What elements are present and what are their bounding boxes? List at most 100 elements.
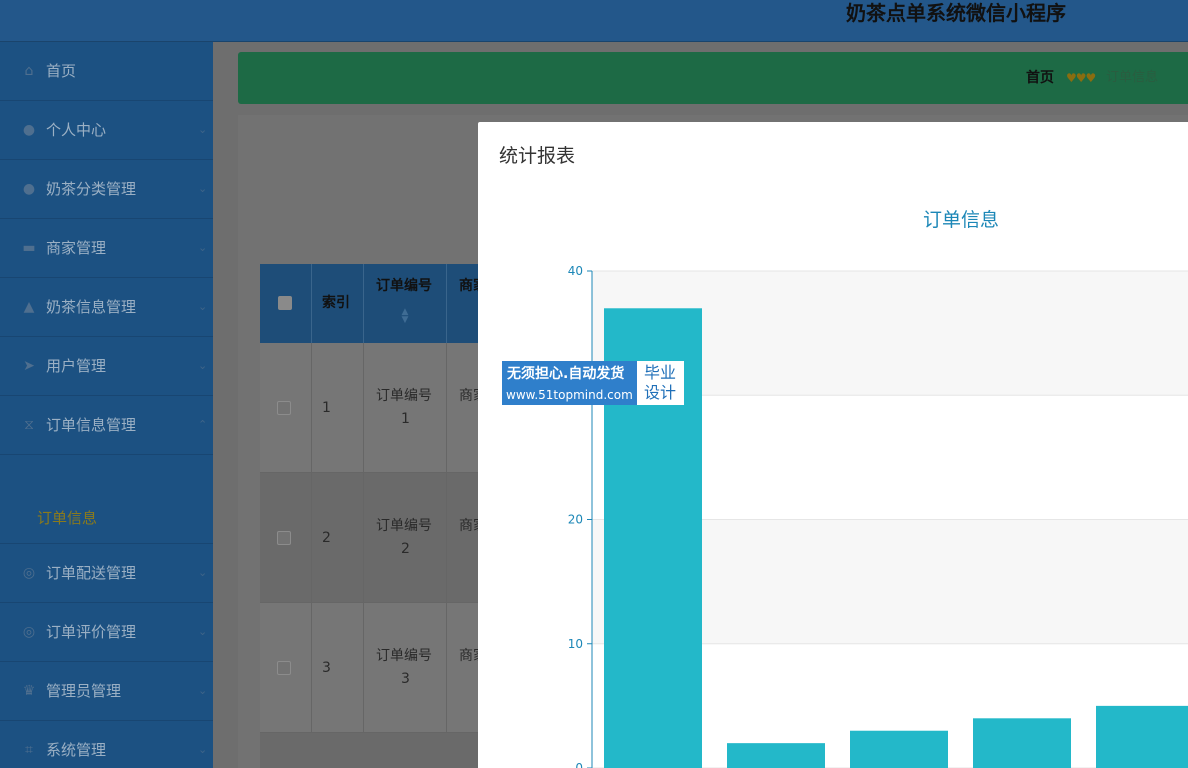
y-tick-label: 10 xyxy=(568,637,583,651)
watermark-main: 无须担心.自动发货 www.51topmind.com xyxy=(502,361,637,405)
sidebar-item-label: 奶茶分类管理 xyxy=(46,180,137,198)
header-index: 索引 xyxy=(312,264,364,343)
sidebar-item-label: 管理员管理 xyxy=(46,682,122,700)
row-order-no-line2: 2 xyxy=(401,541,410,557)
header-select-all xyxy=(260,264,312,343)
sidebar-item-order-review[interactable]: ◎ 订单评价管理 ⌄ xyxy=(0,603,213,662)
globe-icon: ◎ xyxy=(22,624,36,640)
sidebar-item-label: 奶茶信息管理 xyxy=(46,298,137,316)
home-icon: ⌂ xyxy=(24,63,34,79)
select-all-checkbox[interactable] xyxy=(278,296,292,310)
trophy-icon: ♛ xyxy=(22,683,36,699)
row-select-cell xyxy=(260,473,312,603)
bar xyxy=(1096,705,1188,768)
table-header: 索引 订单编号 ▲ ▼ 商家 xyxy=(260,264,490,343)
y-tick-label: 0 xyxy=(575,761,583,768)
sidebar-item-admin[interactable]: ♛ 管理员管理 ⌄ xyxy=(0,662,213,721)
breadcrumb-home-link[interactable]: 首页 xyxy=(1026,69,1054,87)
bar xyxy=(727,743,825,768)
row-index-cell: 3 xyxy=(312,603,364,733)
chevron-down-icon: ⌄ xyxy=(198,182,208,195)
row-checkbox[interactable] xyxy=(277,531,291,545)
app-title: 奶茶点单系统微信小程序 xyxy=(846,1,1066,25)
row-index-cell: 1 xyxy=(312,343,364,473)
row-select-cell xyxy=(260,343,312,473)
row-checkbox[interactable] xyxy=(277,401,291,415)
header-order-no[interactable]: 订单编号 ▲ ▼ xyxy=(364,264,447,343)
sidebar-item-tea-category[interactable]: ● 奶茶分类管理 ⌄ xyxy=(0,160,213,219)
heart-separator-icon: ♥♥♥ xyxy=(1066,71,1096,85)
sidebar-item-order-info[interactable]: ⧖ 订单信息管理 ⌃ xyxy=(0,396,213,455)
sidebar: ⌂ 首页 ● 个人中心 ⌄ ● 奶茶分类管理 ⌄ ▬ 商家管理 ⌄ ▲ 奶茶信息… xyxy=(0,42,213,768)
row-order-no-cell: 订单编号 2 xyxy=(364,473,447,603)
sidebar-item-label: 用户管理 xyxy=(46,357,107,375)
compass-icon: ◎ xyxy=(22,565,36,581)
table-row: 2 订单编号 2 商家 xyxy=(260,473,490,603)
sidebar-item-label: 首页 xyxy=(46,62,77,80)
sidebar-item-system[interactable]: ⌗ 系统管理 ⌄ xyxy=(0,721,213,768)
statistics-modal: 统计报表 订单信息 0 10 20 40 xyxy=(478,122,1188,768)
watermark-line2: www.51topmind.com xyxy=(506,388,633,402)
sidebar-item-label: 订单配送管理 xyxy=(46,564,137,582)
row-order-no-line1: 订单编号 xyxy=(376,648,432,664)
sidebar-item-order-delivery[interactable]: ◎ 订单配送管理 ⌄ xyxy=(0,544,213,603)
y-tick-label: 20 xyxy=(568,513,583,527)
bar xyxy=(973,718,1071,768)
hourglass-icon: ⧖ xyxy=(24,417,34,433)
sidebar-item-label: 订单评价管理 xyxy=(46,623,137,641)
row-index: 2 xyxy=(322,530,331,546)
header-index-label: 索引 xyxy=(322,295,350,311)
thumbs-up-icon: ▲ xyxy=(23,299,35,315)
user-icon: ● xyxy=(22,181,36,197)
sidebar-subitem-order-info[interactable]: 订单信息 xyxy=(0,492,213,544)
table-row: 1 订单编号 1 商家 xyxy=(260,343,490,473)
sidebar-item-home[interactable]: ⌂ 首页 xyxy=(0,42,213,101)
row-order-no-line2: 1 xyxy=(401,411,410,427)
crop-icon: ⌗ xyxy=(25,742,33,758)
chevron-down-icon: ⌄ xyxy=(198,359,208,372)
row-index: 3 xyxy=(322,660,331,676)
bar xyxy=(850,730,948,768)
header-order-no-label: 订单编号 xyxy=(376,278,432,294)
row-select-cell xyxy=(260,603,312,733)
row-index: 1 xyxy=(322,400,331,416)
row-order-no-cell: 订单编号 1 xyxy=(364,343,447,473)
chevron-down-icon: ⌄ xyxy=(198,300,208,313)
watermark-badge: 无须担心.自动发货 www.51topmind.com 毕业设计 xyxy=(502,361,684,405)
row-order-no-cell: 订单编号 3 xyxy=(364,603,447,733)
row-order-no-line1: 订单编号 xyxy=(376,388,432,404)
row-order-no-line1: 订单编号 xyxy=(376,518,432,534)
chevron-down-icon: ⌄ xyxy=(198,684,208,697)
sidebar-item-label: 商家管理 xyxy=(46,239,107,257)
chevron-down-icon: ⌄ xyxy=(198,625,208,638)
top-header: 奶茶点单系统微信小程序 xyxy=(0,0,1188,42)
paper-plane-icon: ➤ xyxy=(23,358,35,374)
chevron-up-icon: ⌃ xyxy=(198,418,208,431)
chevron-down-icon: ⌄ xyxy=(198,743,208,756)
sidebar-item-personal-center[interactable]: ● 个人中心 ⌄ xyxy=(0,101,213,160)
sidebar-item-label: 订单信息管理 xyxy=(46,416,137,434)
sidebar-subitem-label: 订单信息 xyxy=(37,509,98,527)
table-row: 3 订单编号 3 商家 xyxy=(260,603,490,733)
row-order-no-line2: 3 xyxy=(401,671,410,687)
sidebar-item-tea-info[interactable]: ▲ 奶茶信息管理 ⌄ xyxy=(0,278,213,337)
table-row xyxy=(260,733,490,768)
chevron-down-icon: ⌄ xyxy=(198,241,208,254)
sort-icon[interactable]: ▲ ▼ xyxy=(400,308,410,325)
row-checkbox[interactable] xyxy=(277,661,291,675)
breadcrumb-current: 订单信息 xyxy=(1106,70,1159,85)
sidebar-item-label: 系统管理 xyxy=(46,741,107,759)
sidebar-item-merchant[interactable]: ▬ 商家管理 ⌄ xyxy=(0,219,213,278)
breadcrumb: 首页 ♥♥♥ 订单信息 xyxy=(238,52,1188,104)
watermark-line1: 无须担心.自动发货 xyxy=(507,366,625,382)
sidebar-item-users[interactable]: ➤ 用户管理 ⌄ xyxy=(0,337,213,396)
chevron-down-icon: ⌄ xyxy=(198,566,208,579)
chevron-down-icon: ⌄ xyxy=(198,123,208,136)
sidebar-item-label: 个人中心 xyxy=(46,121,107,139)
user-icon: ● xyxy=(22,122,36,138)
row-index-cell: 2 xyxy=(312,473,364,603)
watermark-side-text: 毕业设计 xyxy=(644,363,677,402)
id-card-icon: ▬ xyxy=(22,240,36,256)
y-tick-label: 40 xyxy=(568,264,583,278)
bar-chart: 0 10 20 40 xyxy=(568,264,1188,768)
